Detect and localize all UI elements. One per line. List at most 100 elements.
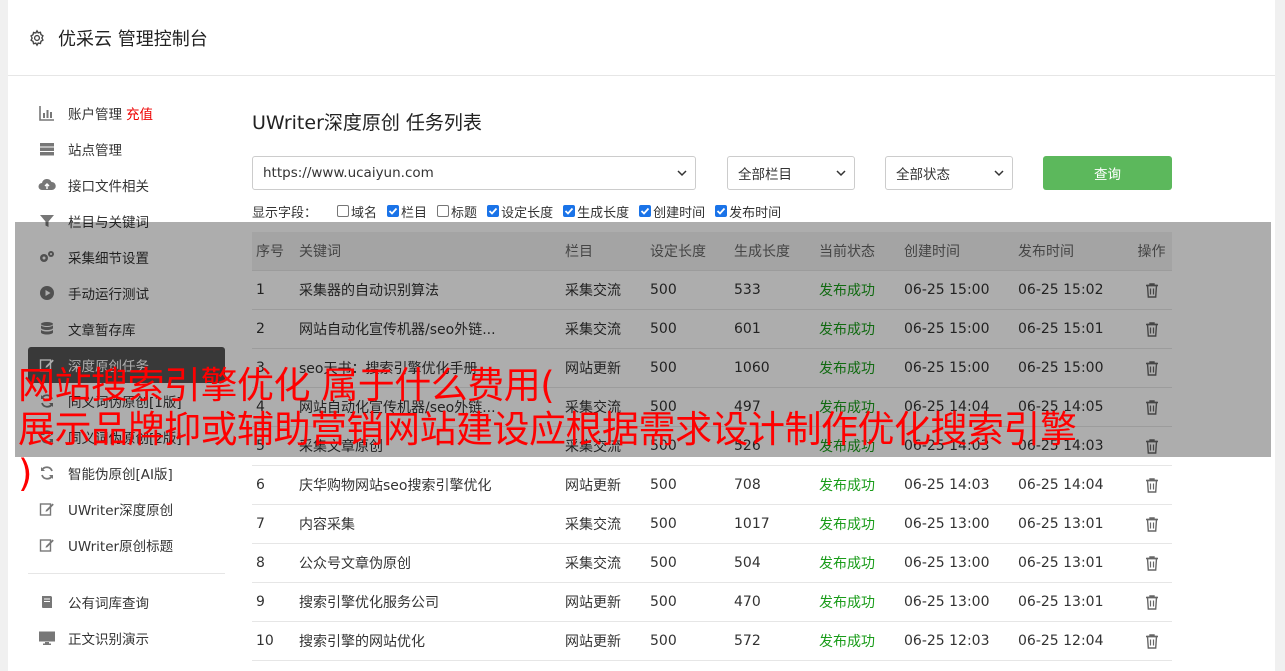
sidebar-item-book[interactable]: 公有词库查询 xyxy=(8,584,238,620)
sidebar-item-edit[interactable]: UWriter深度原创 xyxy=(8,491,238,527)
set-length-cell: 500 xyxy=(650,555,677,571)
field-checkbox-label: 栏目 xyxy=(401,205,428,221)
field-checkbox-label: 域名 xyxy=(351,205,378,221)
field-checkbox[interactable]: 域名 xyxy=(337,202,377,221)
field-checkbox[interactable]: 发布时间 xyxy=(715,202,781,221)
field-checkbox[interactable]: 创建时间 xyxy=(639,202,705,221)
checkbox-checked-icon[interactable] xyxy=(715,205,728,217)
set-length-cell: 500 xyxy=(650,516,677,532)
generated-length-cell: 1017 xyxy=(734,516,770,532)
edit-icon xyxy=(38,536,56,554)
page-title: UWriter深度原创 任务列表 xyxy=(252,112,482,134)
headline-caption: 网站搜索引擎优化 属于什么费用( 展示品牌抑或辅助营销网站建设应根据需求设计制作… xyxy=(18,364,1280,496)
field-checkbox-label: 创建时间 xyxy=(653,205,706,221)
query-button[interactable]: 查询 xyxy=(1043,156,1172,190)
keyword-cell: 搜索引擎的网站优化 xyxy=(299,634,425,650)
set-length-cell: 500 xyxy=(650,633,677,649)
chevron-down-icon xyxy=(994,170,1004,177)
display-fields-label: 显示字段： xyxy=(252,205,318,221)
delete-icon[interactable] xyxy=(1135,633,1168,650)
field-checkbox[interactable]: 标题 xyxy=(437,202,477,221)
published-time-cell: 06-25 13:01 xyxy=(1018,516,1104,532)
chevron-down-icon xyxy=(677,170,687,177)
caption-line-1: 网站搜索引擎优化 属于什么费用( xyxy=(18,364,555,407)
header-bar: 优采云 管理控制台 xyxy=(8,0,1275,76)
set-length-cell: 500 xyxy=(650,594,677,610)
generated-length-cell: 470 xyxy=(734,594,761,610)
sidebar-item-label: 接口文件相关 xyxy=(68,179,149,195)
caption-line-3: ) xyxy=(18,452,32,495)
generated-length-cell: 572 xyxy=(734,633,761,649)
sidebar-item-label: 正文识别演示 xyxy=(68,632,149,648)
sidebar-item-label: 站点管理 xyxy=(68,143,122,159)
keyword-cell: 内容采集 xyxy=(299,517,355,533)
published-time-cell: 06-25 13:01 xyxy=(1018,594,1104,610)
checkbox-checked-icon[interactable] xyxy=(639,205,652,217)
created-time-cell: 06-25 12:03 xyxy=(904,633,990,649)
row-index: 8 xyxy=(256,555,265,571)
keyword-cell: 搜索引擎优化服务公司 xyxy=(299,595,439,611)
monitor-icon xyxy=(38,629,56,647)
delete-icon[interactable] xyxy=(1135,594,1168,611)
checkbox-checked-icon[interactable] xyxy=(487,205,500,217)
field-checkbox-label: 发布时间 xyxy=(729,205,782,221)
filter-bar: https://www.ucaiyun.com 全部栏目 全部状态 查询 xyxy=(252,156,1177,190)
table-row: 9 搜索引擎优化服务公司 网站更新 500 470 发布成功 06-25 13:00 06-2… xyxy=(252,583,1172,622)
row-index: 7 xyxy=(256,516,265,532)
field-checkbox[interactable]: 栏目 xyxy=(387,202,427,221)
created-time-cell: 06-25 13:00 xyxy=(904,516,990,532)
status-cell: 发布成功 xyxy=(819,595,875,611)
caption-line-2: 展示品牌抑或辅助营销网站建设应根据需求设计制作优化搜索引擎 xyxy=(18,408,1077,451)
book-icon xyxy=(38,593,56,611)
table-row: 8 公众号文章伪原创 采集交流 500 504 发布成功 06-25 13:00 06-25 … xyxy=(252,544,1172,583)
gear-icon xyxy=(28,29,46,47)
sidebar-item-monitor[interactable]: 正文识别演示 xyxy=(8,620,238,656)
row-index: 9 xyxy=(256,594,265,610)
cloud-upload-icon xyxy=(38,176,56,194)
status-select[interactable]: 全部状态 xyxy=(885,156,1013,190)
created-time-cell: 06-25 13:00 xyxy=(904,555,990,571)
chevron-down-icon xyxy=(836,170,846,177)
field-checkbox[interactable]: 设定长度 xyxy=(487,202,553,221)
published-time-cell: 06-25 13:01 xyxy=(1018,555,1104,571)
sidebar-item-label: UWriter深度原创 xyxy=(68,503,174,519)
delete-icon[interactable] xyxy=(1135,516,1168,533)
row-index: 10 xyxy=(256,633,274,649)
edit-icon xyxy=(38,500,56,518)
table-row: 7 内容采集 采集交流 500 1017 发布成功 06-25 13:00 06-25 13:… xyxy=(252,505,1172,544)
recharge-link[interactable]: 充值 xyxy=(126,103,153,123)
published-time-cell: 06-25 12:04 xyxy=(1018,633,1104,649)
status-cell: 发布成功 xyxy=(819,517,875,533)
column-cell: 网站更新 xyxy=(565,595,621,611)
sidebar-item-label: UWriter原创标题 xyxy=(68,539,174,555)
column-cell: 采集交流 xyxy=(565,556,621,572)
status-cell: 发布成功 xyxy=(819,634,875,650)
table-row: 10 搜索引擎的网站优化 网站更新 500 572 发布成功 06-25 12:03 06-2… xyxy=(252,622,1172,661)
field-checkbox-label: 标题 xyxy=(451,205,478,221)
sidebar-item-edit[interactable]: UWriter原创标题 xyxy=(8,527,238,563)
column-cell: 采集交流 xyxy=(565,517,621,533)
created-time-cell: 06-25 13:00 xyxy=(904,594,990,610)
checkbox-unchecked-icon[interactable] xyxy=(337,205,350,217)
sidebar-item-label: 账户管理 xyxy=(68,107,122,123)
sidebar-item-bar-chart[interactable]: 账户管理 充值 xyxy=(8,95,238,131)
sidebar-item-label: 公有词库查询 xyxy=(68,596,149,612)
generated-length-cell: 504 xyxy=(734,555,761,571)
site-select[interactable]: https://www.ucaiyun.com xyxy=(252,156,696,190)
sidebar-item-cloud-upload[interactable]: 接口文件相关 xyxy=(8,167,238,203)
field-checkbox[interactable]: 生成长度 xyxy=(563,202,629,221)
server-icon xyxy=(38,140,56,158)
column-select[interactable]: 全部栏目 xyxy=(727,156,855,190)
checkbox-checked-icon[interactable] xyxy=(387,205,400,217)
checkbox-checked-icon[interactable] xyxy=(563,205,576,217)
sidebar-divider xyxy=(28,573,225,574)
delete-icon[interactable] xyxy=(1135,555,1168,572)
status-cell: 发布成功 xyxy=(819,556,875,572)
sidebar-item-server[interactable]: 站点管理 xyxy=(8,131,238,167)
checkbox-unchecked-icon[interactable] xyxy=(437,205,450,217)
field-checkbox-label: 生成长度 xyxy=(577,205,630,221)
column-cell: 网站更新 xyxy=(565,634,621,650)
keyword-cell: 公众号文章伪原创 xyxy=(299,556,411,572)
bar-chart-icon xyxy=(38,104,56,122)
console-title: 优采云 管理控制台 xyxy=(58,28,208,50)
